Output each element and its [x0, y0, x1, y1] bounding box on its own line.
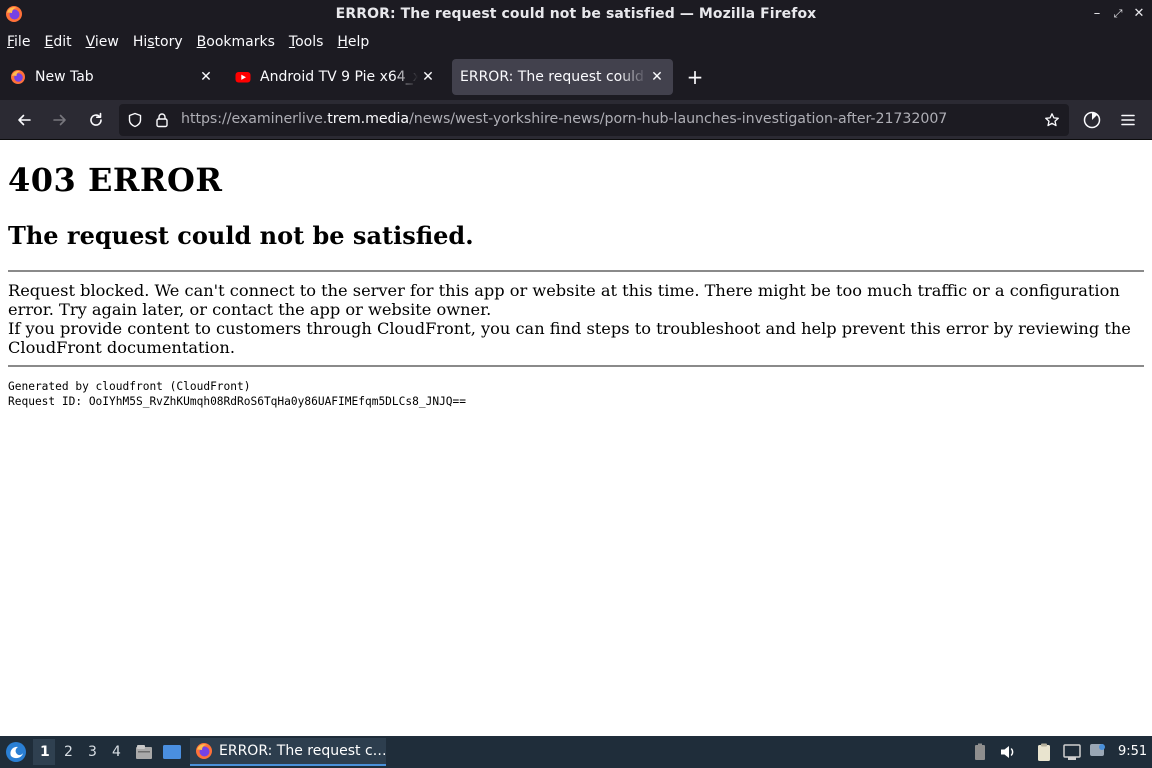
tab-label: New Tab	[35, 69, 94, 85]
reload-icon	[90, 112, 102, 126]
new-tab-button[interactable]: +	[683, 66, 707, 90]
taskbar: 1 2 3 4 ERROR: The request c… 9:51	[0, 736, 1152, 768]
volume-icon[interactable]	[998, 742, 1018, 762]
window-title: ERROR: The request could not be satisfie…	[335, 6, 817, 22]
menu-edit[interactable]: Edit	[44, 34, 71, 50]
menu-tools[interactable]: Tools	[289, 34, 324, 50]
account-button[interactable]	[1080, 108, 1104, 132]
maximize-button[interactable]: ⤢	[1108, 4, 1128, 24]
menu-bookmarks[interactable]: Bookmarks	[197, 34, 275, 50]
account-sync-icon	[1083, 111, 1101, 129]
task-label: ERROR: The request c…	[219, 743, 387, 759]
url-path: /news/west-yorkshire-news/porn-hub-launc…	[409, 111, 948, 127]
reload-button[interactable]	[84, 108, 108, 132]
hamburger-menu-icon	[1121, 114, 1135, 126]
window-titlebar: ERROR: The request could not be satisfie…	[0, 0, 1152, 29]
url-bar[interactable]: https://examinerlive.trem.media/news/wes…	[119, 104, 1069, 136]
tab-label: ERROR: The request could not be satisfie…	[460, 69, 647, 85]
firefox-icon	[196, 743, 212, 759]
request-info: Generated by cloudfront (CloudFront) Requ…	[8, 379, 466, 409]
error-message-line: If you provide content to customers thro…	[8, 319, 1131, 338]
menu-bar: File Edit View History Bookmarks Tools H…	[0, 29, 1152, 54]
error-message: Request blocked. We can't connect to the…	[8, 281, 1144, 357]
workspace-4[interactable]: 4	[112, 744, 121, 760]
generated-by: Generated by cloudfront (CloudFront)	[8, 380, 251, 393]
workspace-1[interactable]: 1	[40, 744, 50, 760]
page-subheading: The request could not be satisfied.	[8, 221, 474, 250]
firefox-icon	[11, 70, 25, 84]
arrow-left-icon	[18, 114, 31, 126]
tab-bar: New Tab ✕ Android TV 9 Pie x64_x86 ✕ ERR…	[0, 54, 1152, 100]
menu-view[interactable]: View	[86, 34, 119, 50]
youtube-icon	[235, 72, 251, 83]
page-content: 403 ERROR The request could not be satis…	[0, 141, 1152, 736]
tab-error-page[interactable]: ERROR: The request could not be satisfie…	[452, 59, 673, 95]
star-bookmark-icon[interactable]	[1044, 112, 1060, 128]
taskbar-task-firefox[interactable]: ERROR: The request c…	[190, 738, 387, 766]
forward-button[interactable]	[48, 108, 72, 132]
workspace-2[interactable]: 2	[64, 744, 73, 760]
error-message-line: CloudFront documentation.	[8, 338, 235, 357]
clipboard-icon[interactable]	[1034, 742, 1054, 762]
divider	[8, 270, 1144, 272]
show-desktop-icon[interactable]	[162, 742, 182, 762]
arrow-right-icon	[53, 114, 66, 126]
app-menu-button[interactable]	[1116, 108, 1140, 132]
tab-label: Android TV 9 Pie x64_x86	[260, 69, 418, 85]
workspace-3[interactable]: 3	[88, 744, 97, 760]
tab-close-icon[interactable]: ✕	[647, 67, 667, 87]
network-icon[interactable]	[1062, 742, 1082, 762]
menu-help[interactable]: Help	[337, 34, 369, 50]
url-text[interactable]: https://examinerlive.trem.media/news/wes…	[181, 111, 947, 127]
minimize-button[interactable]: –	[1087, 4, 1107, 24]
battery-icon[interactable]	[970, 742, 990, 762]
menu-file[interactable]: File	[7, 34, 30, 50]
tab-android-tv[interactable]: Android TV 9 Pie x64_x86 ✕	[225, 59, 444, 95]
lock-icon[interactable]	[154, 112, 170, 128]
notification-icon[interactable]	[1088, 742, 1108, 762]
url-prefix: https://examinerlive.	[181, 111, 328, 127]
back-button[interactable]	[12, 108, 36, 132]
request-id: Request ID: OoIYhM5S_RvZhKUmqh08RdRoS6Tq…	[8, 395, 467, 408]
start-menu-icon[interactable]	[5, 741, 27, 763]
file-manager-icon[interactable]	[134, 742, 154, 762]
tab-close-icon[interactable]: ✕	[196, 67, 216, 87]
tab-close-icon[interactable]: ✕	[418, 67, 438, 87]
close-window-button[interactable]: ✕	[1129, 4, 1149, 24]
clock[interactable]: 9:51	[1118, 744, 1147, 759]
url-host: trem.media	[327, 111, 410, 127]
divider	[8, 365, 1144, 367]
menu-history[interactable]: History	[133, 34, 183, 50]
page-heading: 403 ERROR	[8, 161, 223, 199]
error-message-line: error. Try again later, or contact the a…	[8, 300, 492, 319]
tab-new-tab[interactable]: New Tab ✕	[0, 59, 222, 95]
shield-icon[interactable]	[127, 112, 143, 128]
navigation-toolbar: https://examinerlive.trem.media/news/wes…	[0, 100, 1152, 140]
error-message-line: Request blocked. We can't connect to the…	[8, 281, 1120, 300]
